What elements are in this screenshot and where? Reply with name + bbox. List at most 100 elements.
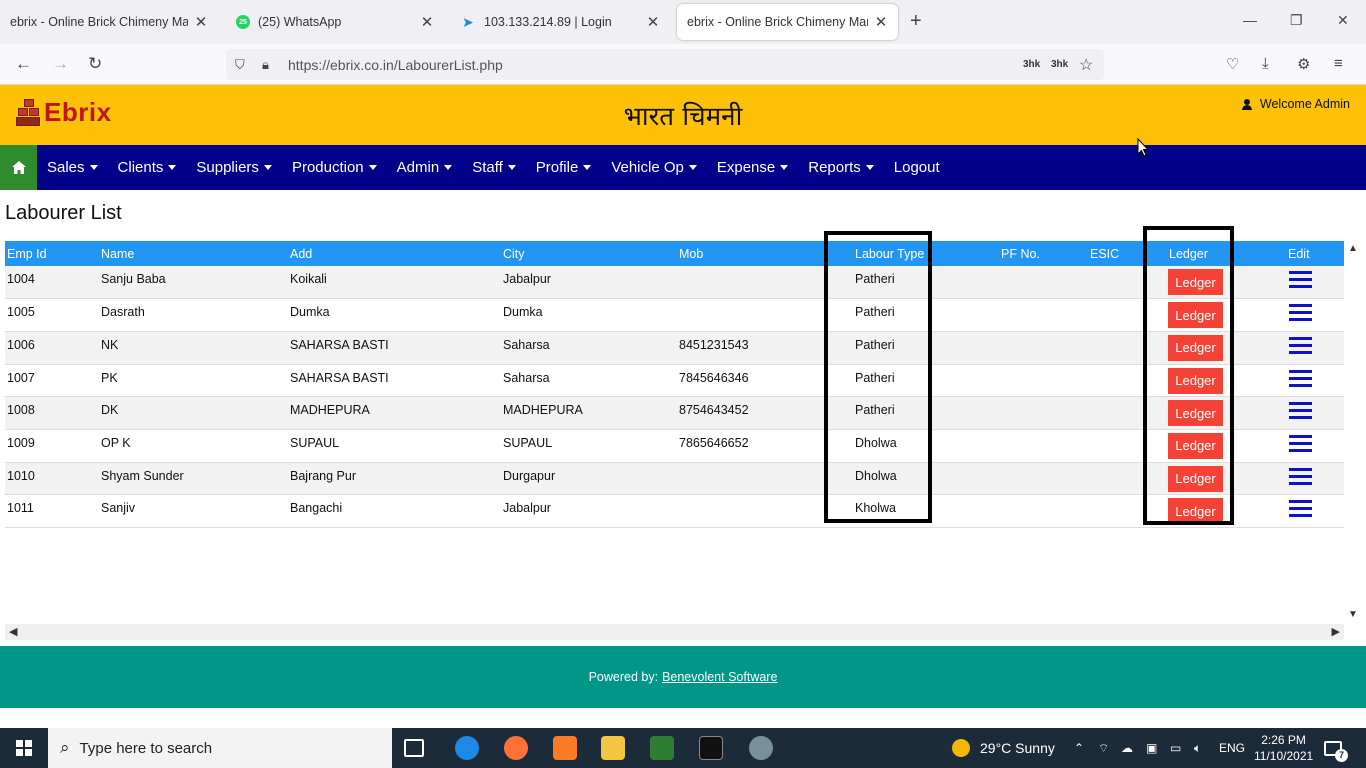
menu-admin[interactable]: Admin [387, 145, 463, 190]
table-cell-pf [999, 494, 1088, 528]
company-link[interactable]: Benevolent Software [662, 670, 777, 684]
extension-icon[interactable]: ⚙ [1297, 55, 1310, 73]
back-icon[interactable]: ← [15, 54, 32, 74]
close-icon[interactable]: ✕ [874, 13, 888, 31]
address-bar[interactable]: ⛉ 🔒︎ https://ebrix.co.in/LabourerList.ph… [226, 49, 1104, 80]
clock[interactable]: 2:26 PM 11/10/2021 [1254, 728, 1313, 768]
new-tab-icon[interactable]: + [910, 10, 922, 33]
window-close-icon[interactable]: ✕ [1337, 12, 1349, 29]
xampp-icon[interactable] [553, 736, 577, 760]
table-cell-pf [999, 396, 1088, 430]
arrow-favicon-icon: ➤ [462, 14, 474, 30]
caret-down-icon [368, 165, 377, 170]
menu-vehicle-op[interactable]: Vehicle Op [601, 145, 707, 190]
menu-staff[interactable]: Staff [462, 145, 526, 190]
welcome-user[interactable]: Welcome Admin [1241, 97, 1350, 111]
cloud-icon[interactable]: ☁ [1121, 728, 1133, 768]
search-icon: ⌕ [60, 738, 70, 757]
chevron-up-icon[interactable]: ⌃ [1074, 728, 1084, 768]
edit-menu-icon[interactable] [1289, 304, 1312, 325]
windows-start-icon[interactable] [0, 728, 48, 768]
table-cell-name: NK [99, 331, 288, 365]
menu-clients[interactable]: Clients [108, 145, 187, 190]
vertical-scrollbar[interactable]: ▲ ▼ [1344, 241, 1362, 625]
device-icon[interactable]: ▣ [1146, 728, 1157, 768]
edit-menu-icon[interactable] [1289, 336, 1312, 358]
menu-production[interactable]: Production [282, 145, 387, 190]
lock-icon[interactable]: 🔒︎ [262, 57, 269, 73]
table-cell-name: PK [99, 364, 288, 398]
close-icon[interactable]: ✕ [646, 13, 660, 31]
labour-type-highlight-box [824, 231, 932, 523]
edit-menu-icon[interactable] [1289, 434, 1312, 456]
task-view-icon[interactable] [404, 739, 424, 757]
edge-icon[interactable] [455, 736, 479, 760]
column-header: Name [99, 241, 288, 266]
hamburger-menu-icon[interactable]: ≡ [1334, 55, 1343, 72]
column-header: Edit [1286, 241, 1344, 266]
user-icon [1241, 99, 1252, 110]
menu-logout[interactable]: Logout [884, 145, 950, 190]
minimize-icon[interactable]: — [1243, 12, 1257, 28]
browser-tab-ebrix-1[interactable]: ebrix - Online Brick Chimeny Manag ✕ [0, 4, 218, 40]
table-cell-pf [999, 364, 1088, 398]
forward-icon[interactable]: → [52, 54, 69, 74]
taskbar-search[interactable]: ⌕ Type here to search [48, 728, 392, 768]
menu-reports[interactable]: Reports [798, 145, 884, 190]
extension-badge[interactable]: 3hk [1051, 59, 1068, 70]
close-icon[interactable]: ✕ [420, 13, 434, 31]
browser-tab-bar: ebrix - Online Brick Chimeny Manag ✕ 25 … [0, 0, 1366, 44]
menu-profile[interactable]: Profile [526, 145, 602, 190]
url-text[interactable]: https://ebrix.co.in/LabourerList.php [288, 57, 503, 73]
scroll-down-icon[interactable]: ▼ [1348, 609, 1358, 620]
weather-widget[interactable]: 29°C Sunny [952, 728, 1055, 768]
app-header: Ebrix भारत चिमनी Welcome Admin [0, 85, 1366, 145]
menu-sales[interactable]: Sales [37, 145, 108, 190]
table-cell-id: 1006 [5, 331, 99, 365]
table-cell-add: SUPAUL [288, 429, 501, 463]
restore-icon[interactable]: ❐ [1290, 12, 1303, 29]
extension-badge[interactable]: 3hk [1023, 59, 1040, 70]
table-cell-pf [999, 266, 1088, 300]
reload-icon[interactable]: ↻ [88, 54, 102, 74]
notification-icon[interactable]: 7 [1324, 728, 1348, 768]
table-cell-id: 1008 [5, 396, 99, 430]
edit-menu-icon[interactable] [1289, 369, 1312, 391]
table-cell-pf [999, 462, 1088, 496]
app-globe-icon[interactable] [749, 736, 773, 760]
shield-icon[interactable]: ⛉ [235, 57, 245, 73]
battery-icon[interactable]: ▭ [1170, 728, 1181, 768]
table-cell-edit [1286, 462, 1344, 496]
home-icon[interactable] [0, 145, 37, 190]
caret-down-icon [444, 165, 453, 170]
table-cell-mob: 7865646652 [677, 429, 841, 463]
browser-tab-login[interactable]: ➤ 103.133.214.89 | Login ✕ [452, 4, 670, 40]
table-cell-add: Bangachi [288, 494, 501, 528]
browser-tab-ebrix-active[interactable]: ebrix - Online Brick Chimeny Manag ✕ [677, 4, 898, 40]
spreadsheet-icon[interactable] [650, 736, 674, 760]
menu-expense[interactable]: Expense [707, 145, 798, 190]
terminal-icon[interactable] [699, 736, 723, 760]
table-cell-id: 1005 [5, 298, 99, 332]
menu-suppliers[interactable]: Suppliers [186, 145, 282, 190]
network-icon[interactable]: ⌔ [1098, 728, 1109, 768]
horizontal-scrollbar[interactable]: ◀ ▶ [5, 624, 1344, 640]
table-cell-edit [1286, 266, 1344, 300]
language-indicator[interactable]: ENG [1219, 728, 1245, 768]
table-cell-city: Jabalpur [501, 494, 677, 528]
edit-menu-icon[interactable] [1289, 500, 1312, 521]
volume-icon[interactable]: 🔈︎ [1194, 728, 1201, 768]
scroll-right-icon[interactable]: ▶ [1332, 625, 1340, 638]
edit-menu-icon[interactable] [1289, 271, 1312, 292]
scroll-left-icon[interactable]: ◀ [9, 625, 17, 638]
firefox-icon[interactable] [504, 736, 528, 760]
edit-menu-icon[interactable] [1289, 467, 1312, 489]
browser-tab-whatsapp[interactable]: 25 (25) WhatsApp ✕ [226, 4, 444, 40]
close-icon[interactable]: ✕ [194, 13, 208, 31]
download-icon[interactable]: ⤓ [1262, 55, 1269, 72]
bookmark-star-icon[interactable]: ☆ [1079, 55, 1093, 75]
pocket-icon[interactable]: ♡ [1226, 55, 1239, 73]
file-explorer-icon[interactable] [601, 736, 625, 760]
scroll-up-icon[interactable]: ▲ [1348, 243, 1358, 254]
edit-menu-icon[interactable] [1289, 402, 1312, 423]
